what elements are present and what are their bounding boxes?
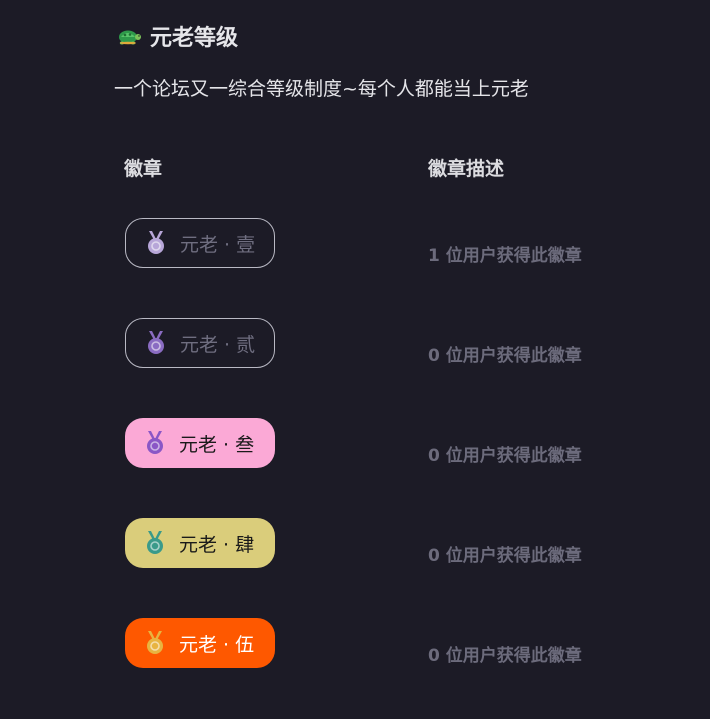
medal-icon [147, 431, 163, 454]
page-subtitle: 一个论坛又一综合等级制度~每个人都能当上元老 [114, 78, 529, 100]
column-header-description: 徽章描述 [428, 158, 505, 180]
medal-icon [148, 331, 164, 354]
badge-description: 0 位用户获得此徽章 [428, 646, 582, 666]
medal-icon [148, 231, 164, 254]
badge-chip[interactable]: 元老 · 伍 [125, 618, 275, 668]
badge-label: 元老 · 壹 [180, 233, 256, 256]
badge-row: 元老 · 贰 0 位用户获得此徽章 [125, 318, 605, 368]
badge-description: 0 位用户获得此徽章 [428, 546, 582, 566]
column-header-badge: 徽章 [124, 158, 163, 180]
badge-description: 0 位用户获得此徽章 [428, 346, 582, 366]
badge-row: 元老 · 肆 0 位用户获得此徽章 [125, 518, 605, 568]
page-title: 元老等级 [150, 26, 239, 51]
medal-icon [147, 531, 163, 554]
turtle-icon [119, 30, 141, 45]
badge-label: 元老 · 贰 [180, 333, 256, 356]
badge-row: 元老 · 叁 0 位用户获得此徽章 [125, 418, 605, 468]
medal-icon [147, 631, 163, 654]
badge-row: 元老 · 壹 1 位用户获得此徽章 [125, 218, 605, 268]
page: 元老等级 一个论坛又一综合等级制度~每个人都能当上元老 徽章 徽章描述 元老 ·… [0, 0, 710, 719]
badge-description: 1 位用户获得此徽章 [428, 246, 582, 266]
badge-label: 元老 · 伍 [179, 633, 255, 656]
badge-chip[interactable]: 元老 · 壹 [125, 218, 275, 268]
title-row: 元老等级 [116, 20, 238, 52]
badge-chip[interactable]: 元老 · 叁 [125, 418, 275, 468]
badge-chip[interactable]: 元老 · 肆 [125, 518, 275, 568]
badge-row: 元老 · 伍 0 位用户获得此徽章 [125, 618, 605, 668]
badge-label: 元老 · 叁 [179, 433, 255, 456]
badge-chip[interactable]: 元老 · 贰 [125, 318, 275, 368]
badge-description: 0 位用户获得此徽章 [428, 446, 582, 466]
badge-label: 元老 · 肆 [179, 533, 255, 556]
